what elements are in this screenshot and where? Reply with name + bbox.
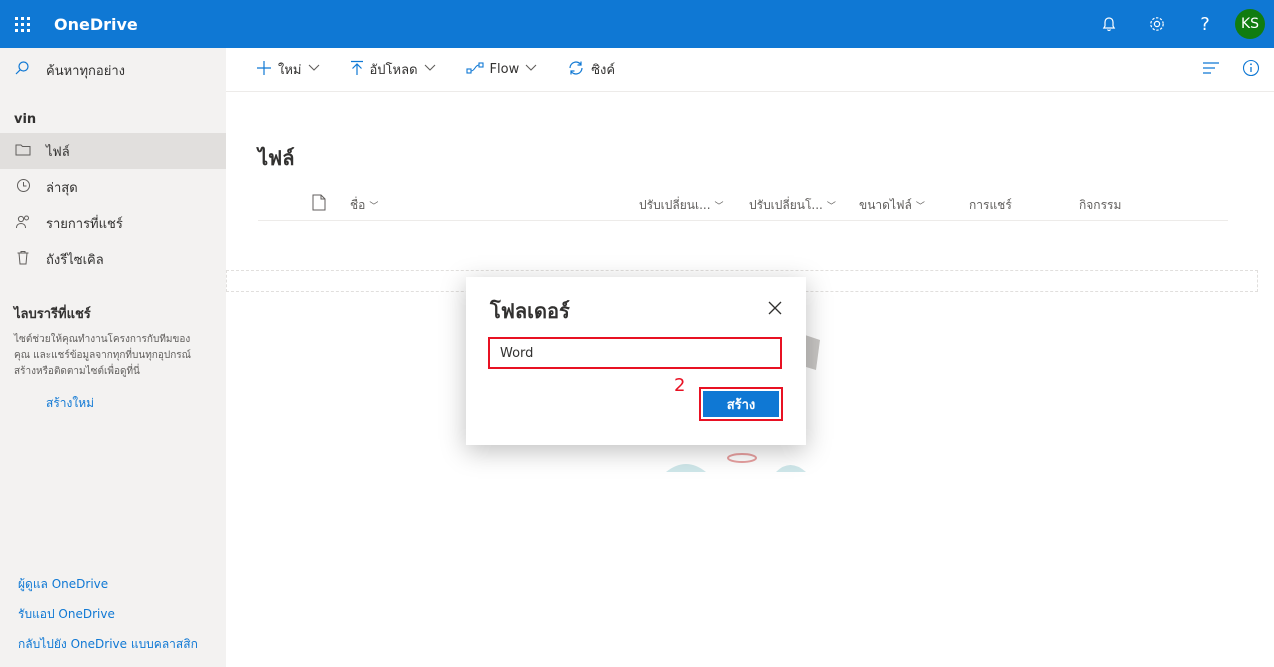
chevron-down-icon: ﹀ <box>826 202 836 212</box>
top-bar: OneDrive ? KS <box>0 0 1274 48</box>
new-label: ใหม่ <box>278 63 302 78</box>
column-activity[interactable]: กิจกรรม <box>1079 196 1121 215</box>
folder-name-input[interactable]: Word <box>488 337 782 369</box>
gear-icon[interactable] <box>1133 0 1181 48</box>
column-modified-by-label: ปรับเปลี่ยนโ... <box>749 198 823 212</box>
column-modified[interactable]: ปรับเปลี่ยนเ... ﹀ <box>639 196 724 215</box>
app-title[interactable]: OneDrive <box>54 15 138 34</box>
new-button[interactable]: ใหม่ <box>256 59 320 80</box>
upload-icon <box>350 60 364 80</box>
upload-button[interactable]: อัปโหลด <box>350 59 436 80</box>
flow-label: Flow <box>489 62 520 77</box>
bottom-links: ผู้ดูแล OneDrive รับแอป OneDrive กลับไปย… <box>18 569 198 659</box>
people-icon <box>14 214 32 233</box>
create-site-link[interactable]: สร้างใหม่ <box>0 380 226 413</box>
step-number-annotation: 2 <box>674 375 686 396</box>
view-options-icon[interactable] <box>1202 61 1220 79</box>
column-name[interactable]: ชื่อ ﹀ <box>350 196 378 215</box>
folder-icon <box>14 143 32 160</box>
chevron-down-icon <box>424 64 436 75</box>
upload-label: อัปโหลด <box>369 63 418 78</box>
nav-item-files[interactable]: ไฟล์ <box>0 133 226 169</box>
new-folder-dialog: โฟลเดอร์ Word 2 สร้าง <box>466 277 806 445</box>
left-nav: ค้นหาทุกอย่าง vin ไฟล์ ล่าสุด รายการที่แ… <box>0 48 226 667</box>
recycle-bin-icon <box>14 250 32 269</box>
nav-label: ล่าสุด <box>46 180 78 196</box>
create-button-highlight: สร้าง <box>699 387 783 421</box>
column-modified-label: ปรับเปลี่ยนเ... <box>639 198 711 212</box>
flow-icon <box>465 60 484 79</box>
chevron-down-icon <box>525 64 537 75</box>
close-icon[interactable] <box>768 299 782 320</box>
nav-item-shared[interactable]: รายการที่แชร์ <box>0 205 226 241</box>
classic-onedrive-link[interactable]: กลับไปยัง OneDrive แบบคลาสสิก <box>18 629 198 659</box>
nav-item-recent[interactable]: ล่าสุด <box>0 169 226 205</box>
sync-label: ซิงค์ <box>591 63 616 78</box>
chevron-down-icon <box>308 64 320 75</box>
group-title: vin <box>14 112 37 127</box>
waffle-icon[interactable] <box>0 0 44 48</box>
dialog-title: โฟลเดอร์ <box>490 299 570 323</box>
search-icon <box>14 60 34 80</box>
bell-icon[interactable] <box>1085 0 1133 48</box>
chevron-down-icon: ﹀ <box>369 202 379 212</box>
nav-item-recycle-bin[interactable]: ถังรีไซเคิล <box>0 241 226 277</box>
help-icon[interactable]: ? <box>1181 0 1229 48</box>
info-icon[interactable] <box>1242 59 1260 81</box>
plus-icon <box>256 60 272 80</box>
shared-libraries-description: ไซต์ช่วยให้คุณทำงานโครงการกับทีมของ คุณ … <box>14 334 191 377</box>
file-type-icon[interactable] <box>312 194 326 214</box>
shared-libraries-title: ไลบรารีที่แชร์ <box>14 307 91 322</box>
flow-button[interactable]: Flow <box>465 60 538 79</box>
search-placeholder: ค้นหาทุกอย่าง <box>46 63 125 79</box>
avatar[interactable]: KS <box>1235 9 1265 39</box>
chevron-down-icon: ﹀ <box>714 202 724 212</box>
chevron-down-icon: ﹀ <box>915 202 925 212</box>
column-name-label: ชื่อ <box>350 198 366 212</box>
nav-label: รายการที่แชร์ <box>46 216 123 232</box>
command-bar: ใหม่ อัปโหลด Flow ซิงค์ <box>226 48 1274 92</box>
column-header-row: ชื่อ ﹀ ปรับเปลี่ยนเ... ﹀ ปรับเปลี่ยนโ... ﹀ … <box>258 188 1228 221</box>
page-title: ไฟล์ <box>258 146 295 170</box>
nav-label: ถังรีไซเคิล <box>46 252 104 268</box>
sync-button[interactable]: ซิงค์ <box>567 59 615 80</box>
clock-icon <box>14 178 32 197</box>
search-box[interactable]: ค้นหาทุกอย่าง <box>0 48 226 92</box>
get-apps-link[interactable]: รับแอป OneDrive <box>18 599 198 629</box>
create-button[interactable]: สร้าง <box>703 391 779 417</box>
column-sharing[interactable]: การแชร์ <box>969 196 1012 215</box>
column-modified-by[interactable]: ปรับเปลี่ยนโ... ﹀ <box>749 196 836 215</box>
admin-onedrive-link[interactable]: ผู้ดูแล OneDrive <box>18 569 198 599</box>
sync-icon <box>567 60 585 80</box>
column-size[interactable]: ขนาดไฟล์ ﹀ <box>859 196 925 215</box>
column-size-label: ขนาดไฟล์ <box>859 198 912 212</box>
nav-label: ไฟล์ <box>46 144 70 160</box>
